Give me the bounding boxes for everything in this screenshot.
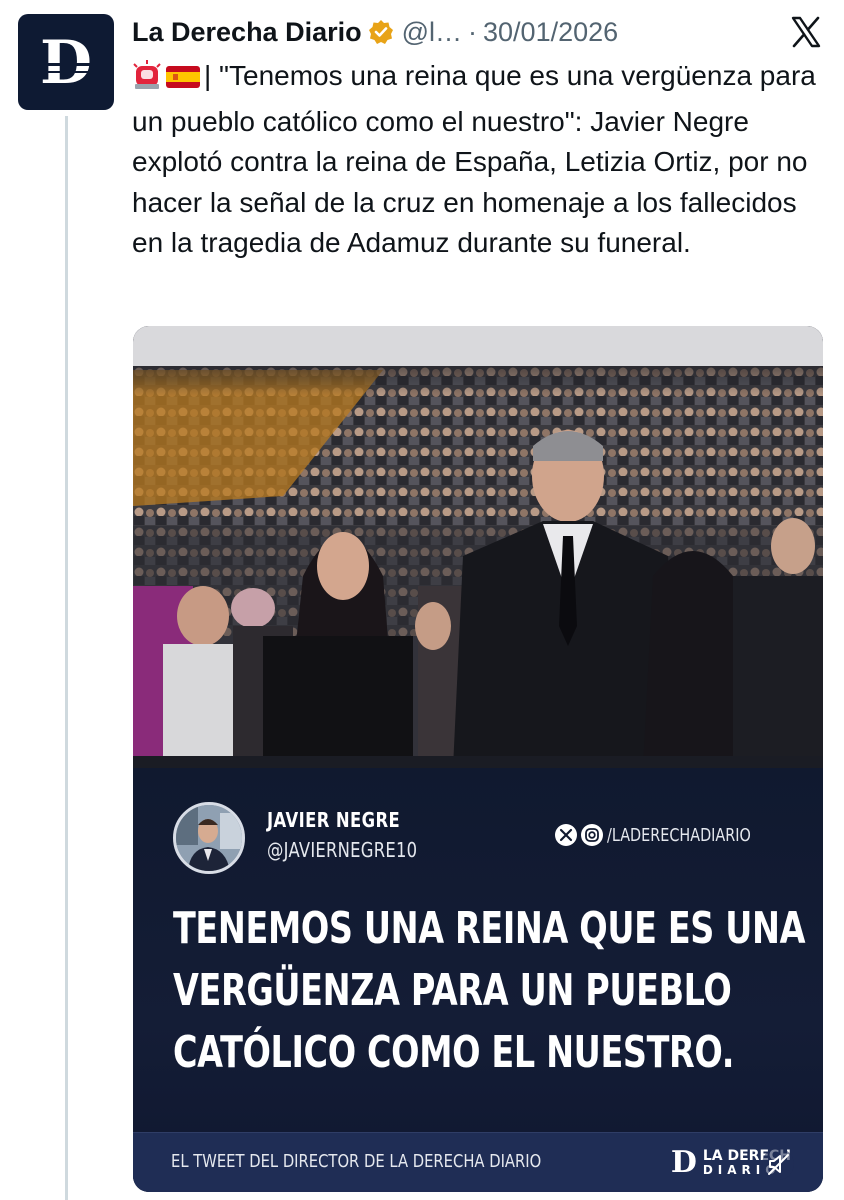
card-author-handle: @JAVIERNEGRE10 xyxy=(267,838,418,862)
card-footer: EL TWEET DEL DIRECTOR DE LA DERECHA DIAR… xyxy=(133,1132,823,1192)
tweet-date[interactable]: 30/01/2026 xyxy=(483,17,618,48)
quote-line: CATÓLICO COMO EL NUESTRO. xyxy=(173,1027,735,1078)
author-name[interactable]: La Derecha Diario xyxy=(132,17,362,48)
tweet-header: La Derecha Diario @l… · 30/01/2026 xyxy=(132,12,824,52)
author-avatar[interactable]: D xyxy=(18,14,114,110)
funeral-photo xyxy=(133,326,823,768)
card-footer-text: EL TWEET DEL DIRECTOR DE LA DERECHA DIAR… xyxy=(171,1151,542,1172)
separator-dot: · xyxy=(468,16,478,47)
police-light-emoji xyxy=(132,60,162,102)
mute-icon[interactable] xyxy=(761,1147,795,1181)
card-social: /LADERECHADIARIO xyxy=(555,824,787,846)
card-author-name: JAVIER NEGRE xyxy=(267,808,401,832)
quote-card: JAVIER NEGRE @JAVIERNEGRE10 /LADERECHADI… xyxy=(133,768,823,1192)
quote-line: VERGÜENZA PARA UN PUEBLO xyxy=(173,965,732,1016)
footer-logo-letter: D xyxy=(670,1145,697,1180)
tweet-media[interactable]: JAVIER NEGRE @JAVIERNEGRE10 /LADERECHADI… xyxy=(133,326,823,1192)
card-social-handle: /LADERECHADIARIO xyxy=(607,824,752,846)
author-avatar-column: D xyxy=(18,14,114,110)
tweet-text: | "Tenemos una reina que es una vergüenz… xyxy=(132,60,816,258)
svg-text:D: D xyxy=(40,28,92,97)
card-avatar xyxy=(173,802,245,874)
tweet-body: | "Tenemos una reina que es una vergüenz… xyxy=(132,56,822,264)
x-logo-icon[interactable] xyxy=(788,14,824,50)
thread-line xyxy=(65,116,68,1200)
derecha-logo-icon: D xyxy=(37,28,95,97)
x-logo-icon xyxy=(555,824,578,846)
author-handle[interactable]: @l… xyxy=(402,17,462,48)
card-quote: TENEMOS UNA REINA QUE ES UNA VERGÜENZA P… xyxy=(173,898,806,1084)
instagram-icon xyxy=(581,824,604,846)
verified-badge-icon xyxy=(368,19,394,45)
spain-flag-emoji xyxy=(166,61,200,102)
quote-line: TENEMOS UNA REINA QUE ES UNA xyxy=(173,903,806,954)
